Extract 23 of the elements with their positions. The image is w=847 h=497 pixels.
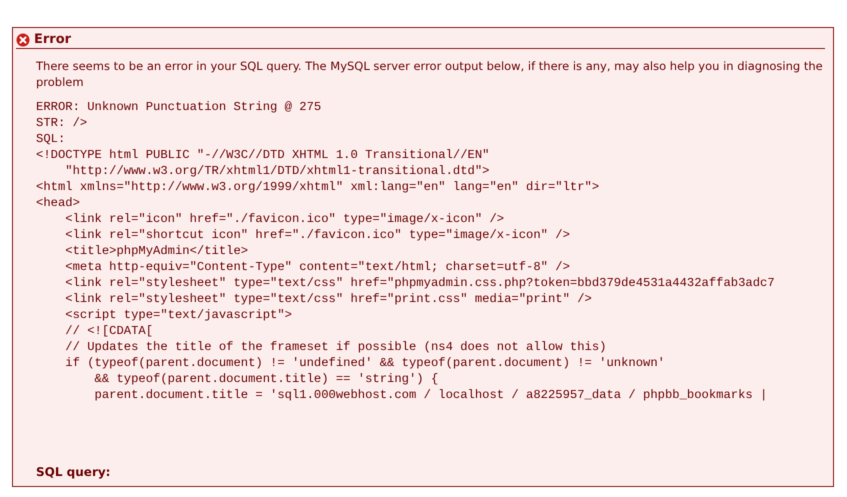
code-line: // Updates the title of the frameset if possible (ns4 does not allow this): [64, 339, 608, 355]
code-line: <link rel="stylesheet" type="text/css" href="phpmyadmin.css.php?token=bbd379de4531a4432affab3adc7: [64, 275, 776, 291]
sql-query-label: SQL query:: [36, 465, 110, 479]
code-line: parent.document.title = 'sql1.000webhost.com / localhost / a8225957_data / phpbb_bookmarks |: [94, 387, 768, 403]
error-icon: [16, 32, 30, 46]
code-line: && typeof(parent.document.title) == 'string') {: [94, 371, 440, 387]
code-line: "http://www.w3.org/TR/xhtml1/DTD/xhtml1-transitional.dtd">: [64, 163, 490, 179]
code-line: <title>phpMyAdmin</title>: [64, 243, 250, 259]
code-line: // <![CDATA[: [64, 323, 154, 339]
code-line: <link rel="icon" href="./favicon.ico" type="image/x-icon" />: [64, 211, 506, 227]
code-line: <!DOCTYPE html PUBLIC "-//W3C//DTD XHTML 1.0 Transitional//EN": [36, 147, 490, 163]
code-line: ERROR: Unknown Punctuation String @ 275: [36, 99, 322, 115]
code-line: STR: />: [36, 115, 88, 131]
code-line: if (typeof(parent.document) != 'undefined' && typeof(parent.document) != 'unknown': [64, 355, 666, 371]
code-line: <meta http-equiv="Content-Type" content="text/html; charset=utf-8" />: [64, 259, 571, 275]
code-line: <head>: [36, 195, 81, 211]
code-line: SQL:: [36, 131, 66, 147]
error-message: There seems to be an error in your SQL query. The MySQL server error output below, if there is any, may also help you in diagnosing the problem: [36, 58, 824, 90]
code-line: <link rel="stylesheet" type="text/css" href="print.css" media="print" />: [64, 291, 593, 307]
code-line: <html xmlns="http://www.w3.org/1999/xhtml" xml:lang="en" lang="en" dir="ltr">: [36, 179, 600, 195]
code-line: <script type="text/javascript">: [64, 307, 293, 323]
code-line: <link rel="shortcut icon" href="./favicon.ico" type="image/x-icon" />: [64, 227, 571, 243]
error-title: Error: [34, 32, 72, 47]
